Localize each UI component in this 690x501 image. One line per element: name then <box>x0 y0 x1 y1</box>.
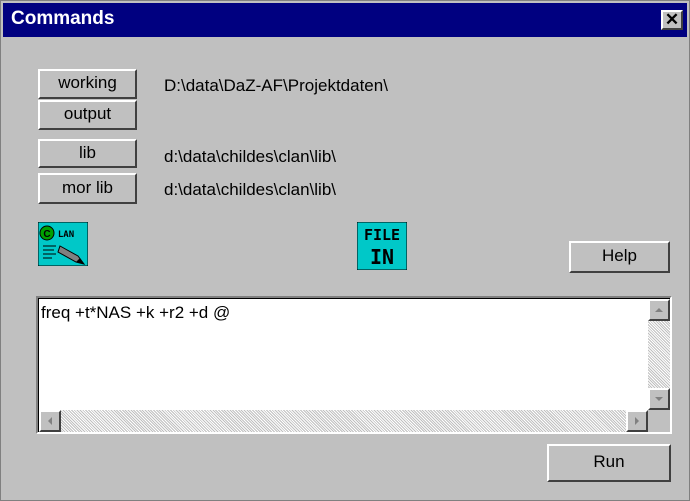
scroll-up-arrow-icon <box>655 308 663 312</box>
scroll-up-button[interactable] <box>648 299 670 321</box>
horizontal-scrollbar[interactable] <box>39 410 648 432</box>
clan-icon-letter: C <box>43 229 50 240</box>
output-dir-label: output <box>63 104 112 123</box>
run-label: Run <box>593 452 625 471</box>
help-label: Help <box>602 246 637 265</box>
scroll-left-arrow-icon <box>48 417 52 425</box>
close-icon: ✕ <box>664 10 680 29</box>
scroll-right-button[interactable] <box>626 410 648 432</box>
command-textarea[interactable]: freq +t*NAS +k +r2 +d @ <box>36 296 672 434</box>
scroll-left-button[interactable] <box>39 410 61 432</box>
scrollbar-corner <box>648 410 670 432</box>
scroll-down-button[interactable] <box>648 388 670 410</box>
clan-icon[interactable]: C LAN <box>37 221 89 267</box>
mor-lib-dir-button[interactable]: mor lib <box>38 173 137 204</box>
working-dir-path: D:\data\DaZ-AF\Projektdaten\ <box>164 76 388 95</box>
window-title: Commands <box>11 8 115 29</box>
vertical-scrollbar[interactable] <box>648 299 670 410</box>
mor-lib-dir-label: mor lib <box>61 178 113 197</box>
working-dir-label: working <box>58 73 117 92</box>
scroll-down-arrow-icon <box>655 397 663 401</box>
run-button[interactable]: Run <box>547 444 671 482</box>
lib-dir-path: d:\data\childes\clan\lib\ <box>164 147 336 166</box>
command-text[interactable]: freq +t*NAS +k +r2 +d @ <box>41 303 230 323</box>
commands-window: Commands ✕ working output lib mor lib D:… <box>0 0 690 501</box>
command-textarea-inner: freq +t*NAS +k +r2 +d @ <box>38 298 670 432</box>
lib-dir-button[interactable]: lib <box>38 139 137 168</box>
title-bar: Commands ✕ <box>3 3 687 37</box>
mor-lib-dir-path: d:\data\childes\clan\lib\ <box>164 180 336 199</box>
lib-dir-label: lib <box>78 143 96 162</box>
close-button[interactable]: ✕ <box>661 10 683 30</box>
file-in-line1: FILE <box>364 226 400 244</box>
scroll-right-arrow-icon <box>635 417 639 425</box>
working-dir-button[interactable]: working <box>38 69 137 99</box>
file-in-line2: IN <box>370 245 394 269</box>
help-button[interactable]: Help <box>569 241 670 273</box>
output-dir-button[interactable]: output <box>38 100 137 130</box>
clan-icon-text: LAN <box>58 230 74 240</box>
file-in-icon[interactable]: FILE IN <box>356 221 408 271</box>
